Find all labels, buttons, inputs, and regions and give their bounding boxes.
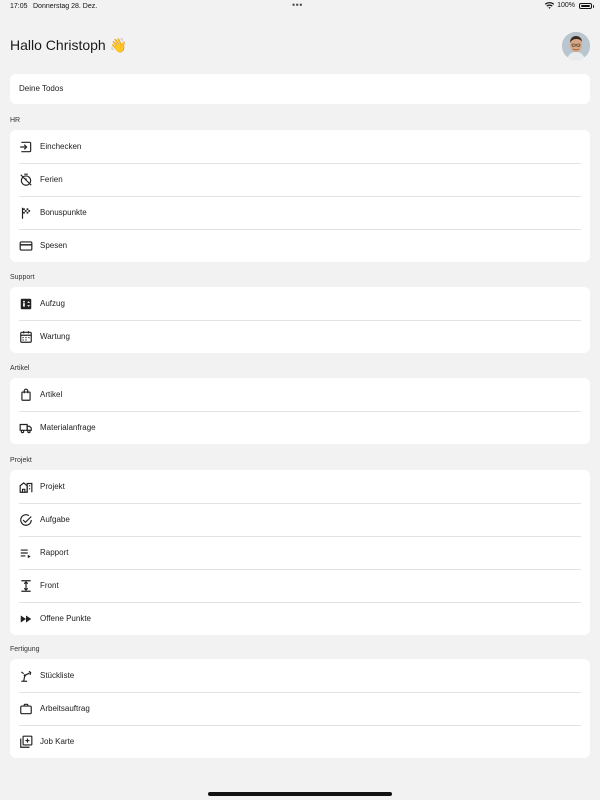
- work-icon: [19, 702, 33, 716]
- calendar-icon: [19, 330, 33, 344]
- checkered-flag-icon: [19, 206, 33, 220]
- elevator-icon: [19, 297, 33, 311]
- card-artikel: Artikel Materialanfrage: [10, 378, 590, 444]
- wifi-icon: [545, 2, 555, 9]
- menu-item-arbeitsauftrag[interactable]: Arbeitsauftrag: [10, 692, 590, 725]
- page-title: Hallo Christoph 👋: [10, 37, 128, 53]
- status-indicators: 100%: [545, 2, 594, 9]
- precision-manufacturing-icon: [19, 669, 33, 683]
- status-time: 17:05: [10, 3, 28, 10]
- header: Hallo Christoph 👋: [10, 30, 590, 62]
- menu-item-projekt[interactable]: Projekt: [10, 470, 590, 503]
- card-support: Aufzug Wartung: [10, 287, 590, 353]
- menu-item-label: Aufgabe: [40, 515, 70, 524]
- menu-item-label: Offene Punkte: [40, 614, 91, 623]
- card-hr: Einchecken Ferien Bonuspunkte Spesen: [10, 130, 590, 262]
- section-title-fertigung: Fertigung: [10, 646, 40, 653]
- menu-item-ferien[interactable]: Ferien: [10, 163, 590, 196]
- library-add-icon: [19, 735, 33, 749]
- multitasking-dots[interactable]: •••: [292, 0, 303, 10]
- menu-item-stueckliste[interactable]: Stückliste: [10, 659, 590, 692]
- section-title-support: Support: [10, 274, 35, 281]
- menu-item-materialanfrage[interactable]: Materialanfrage: [10, 411, 590, 444]
- status-bar: 17:05 Donnerstag 28. Dez. ••• 100%: [0, 0, 600, 14]
- todos-label: Deine Todos: [19, 84, 64, 93]
- menu-item-label: Arbeitsauftrag: [40, 704, 90, 713]
- menu-item-label: Materialanfrage: [40, 423, 96, 432]
- playlist-icon: [19, 546, 33, 560]
- battery-percent: 100%: [557, 2, 575, 9]
- menu-item-label: Wartung: [40, 332, 70, 341]
- section-title-artikel: Artikel: [10, 365, 30, 372]
- menu-item-einchecken[interactable]: Einchecken: [10, 130, 590, 163]
- credit-card-icon: [19, 239, 33, 253]
- menu-item-label: Artikel: [40, 390, 63, 399]
- section-title-hr: HR: [10, 117, 21, 124]
- menu-item-label: Spesen: [40, 241, 68, 250]
- menu-item-rapport[interactable]: Rapport: [10, 536, 590, 569]
- todos-card[interactable]: Deine Todos: [10, 74, 590, 104]
- menu-item-label: Front: [40, 581, 59, 590]
- menu-item-job-karte[interactable]: Job Karte: [10, 725, 590, 758]
- card-fertigung: Stückliste Arbeitsauftrag Job Karte: [10, 659, 590, 758]
- menu-item-offene-punkte[interactable]: Offene Punkte: [10, 602, 590, 635]
- menu-item-label: Ferien: [40, 175, 63, 184]
- menu-item-aufgabe[interactable]: Aufgabe: [10, 503, 590, 536]
- menu-item-wartung[interactable]: Wartung: [10, 320, 590, 353]
- card-projekt: Projekt Aufgabe Rapport Front Offene Pun…: [10, 470, 590, 635]
- avatar-image: [562, 32, 590, 60]
- menu-item-aufzug[interactable]: Aufzug: [10, 287, 590, 320]
- check-circle-icon: [19, 513, 33, 527]
- menu-item-label: Einchecken: [40, 142, 82, 151]
- buildings-icon: [19, 480, 33, 494]
- avatar[interactable]: [562, 32, 590, 60]
- menu-item-label: Rapport: [40, 548, 69, 557]
- menu-item-label: Aufzug: [40, 299, 65, 308]
- section-title-projekt: Projekt: [10, 457, 32, 464]
- menu-item-label: Stückliste: [40, 671, 75, 680]
- battery-icon: [579, 2, 594, 9]
- home-indicator[interactable]: [208, 792, 392, 796]
- menu-item-artikel[interactable]: Artikel: [10, 378, 590, 411]
- menu-item-spesen[interactable]: Spesen: [10, 229, 590, 262]
- timer-off-icon: [19, 173, 33, 187]
- truck-icon: [19, 421, 33, 435]
- menu-item-label: Job Karte: [40, 737, 75, 746]
- shopping-bag-icon: [19, 388, 33, 402]
- status-date: Donnerstag 28. Dez.: [33, 3, 98, 10]
- menu-item-front[interactable]: Front: [10, 569, 590, 602]
- menu-item-bonuspunkte[interactable]: Bonuspunkte: [10, 196, 590, 229]
- height-icon: [19, 579, 33, 593]
- fast-forward-icon: [19, 612, 33, 626]
- menu-item-label: Projekt: [40, 482, 65, 491]
- menu-item-label: Bonuspunkte: [40, 208, 87, 217]
- login-icon: [19, 140, 33, 154]
